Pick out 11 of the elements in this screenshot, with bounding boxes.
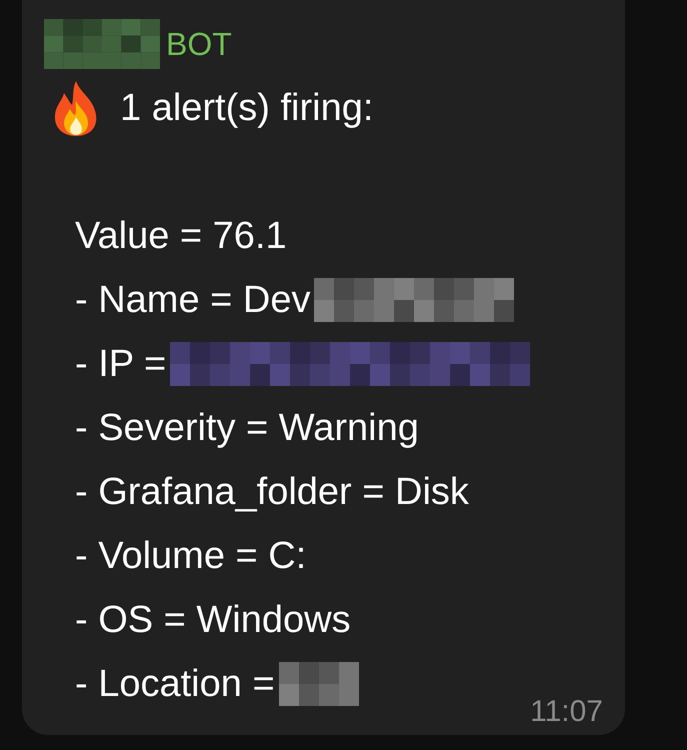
alert-field: - Severity = Warning <box>75 406 419 450</box>
alert-field: - Location = <box>75 662 275 706</box>
alert-header: 1 alert(s) firing: <box>120 86 374 130</box>
alert-field: - Grafana_folder = Disk <box>75 470 469 514</box>
alert-field: - OS = Windows <box>75 598 351 642</box>
alert-field: - Name = Dev <box>75 278 310 322</box>
sender-name: BOT <box>166 26 232 62</box>
message-time: 11:07 <box>530 695 603 729</box>
alert-field: Value = 76.1 <box>75 214 287 258</box>
alert-field: - IP = <box>75 342 166 386</box>
alert-field: - Volume = C: <box>75 534 306 578</box>
